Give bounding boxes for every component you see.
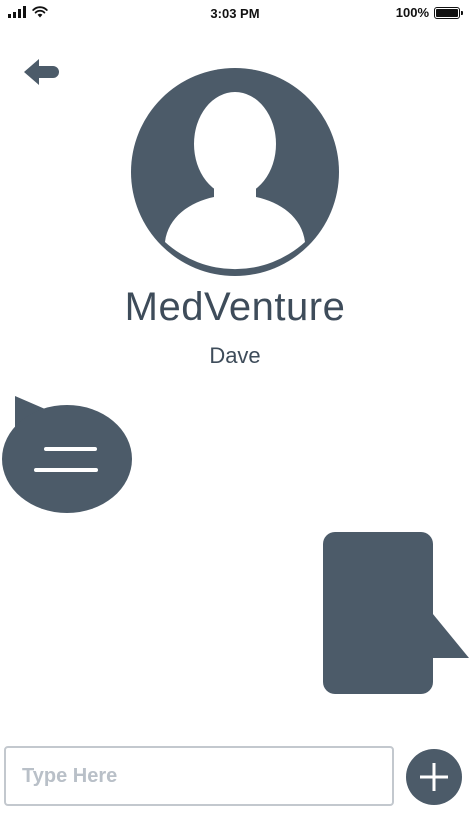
avatar (130, 67, 340, 277)
battery-icon (434, 6, 463, 19)
plus-icon (420, 763, 448, 791)
back-button[interactable] (22, 54, 66, 90)
contact-name: Dave (209, 343, 261, 368)
status-bar: 3:03 PM 100% (0, 0, 470, 28)
back-arrow-icon (24, 59, 59, 85)
message-input[interactable] (4, 746, 394, 806)
status-right: 100% (395, 5, 463, 20)
org-name: MedVenture (124, 285, 346, 329)
outgoing-speech-bubble-icon (323, 532, 469, 694)
message-composer (4, 746, 466, 810)
battery-percent: 100% (395, 5, 429, 20)
incoming-speech-bubble-icon (2, 396, 132, 513)
outgoing-message-bubble[interactable] (318, 528, 470, 698)
user-silhouette-icon (131, 68, 339, 276)
incoming-message-bubble[interactable] (0, 392, 136, 516)
add-button[interactable] (406, 749, 462, 805)
